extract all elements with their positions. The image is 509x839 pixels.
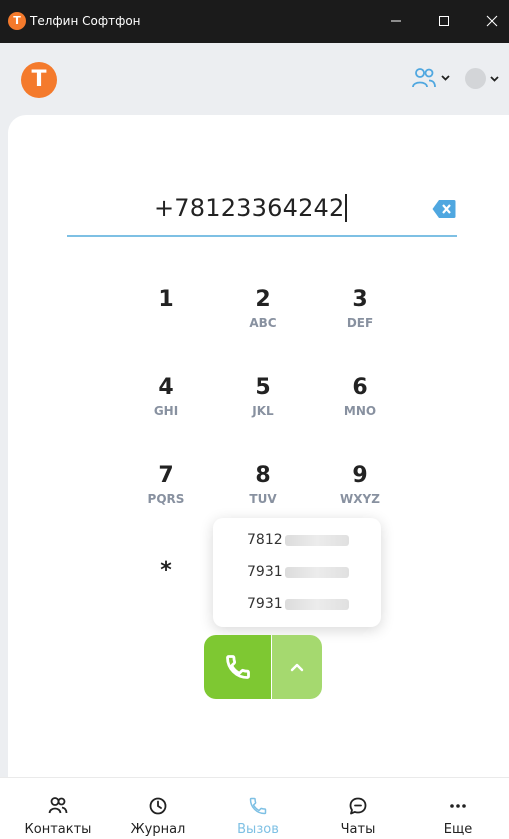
window-title: Телфин Софтфон <box>30 14 141 28</box>
phone-icon <box>249 797 267 815</box>
close-button[interactable] <box>476 8 508 34</box>
dialed-number: +78123364242 <box>154 194 347 222</box>
backspace-icon[interactable] <box>432 199 456 219</box>
users-icon <box>412 68 436 88</box>
key-digit: 6 <box>352 375 368 400</box>
minimize-icon <box>391 20 401 22</box>
chat-icon <box>349 797 367 815</box>
key-8[interactable]: 8 TUV <box>228 463 298 519</box>
nav-label: Чаты <box>340 822 376 837</box>
key-digit: 2 <box>255 287 271 312</box>
key-2[interactable]: 2 ABC <box>228 287 298 343</box>
text-caret <box>345 194 347 222</box>
key-digit: 1 <box>158 287 174 312</box>
key-digit: 4 <box>158 375 174 400</box>
nav-more[interactable]: Еще <box>408 778 508 839</box>
suggestion-prefix: 7931 <box>247 564 283 580</box>
call-button[interactable] <box>204 635 271 699</box>
more-icon <box>450 804 466 808</box>
nav-call[interactable]: Вызов <box>208 778 308 839</box>
key-letters: TUV <box>249 492 277 506</box>
key-3[interactable]: 3 DEF <box>325 287 395 343</box>
avatar <box>465 68 486 89</box>
contacts-icon <box>48 797 68 814</box>
suggestion-item[interactable]: 7931 <box>247 562 349 582</box>
nav-label: Вызов <box>237 822 279 837</box>
brand-logo: T <box>21 62 57 98</box>
suggestion-item[interactable]: 7931 <box>247 594 349 614</box>
call-options-button[interactable] <box>272 635 322 699</box>
window-titlebar: T Телфин Софтфон <box>0 0 509 43</box>
key-letters: GHI <box>153 404 179 418</box>
key-letters: WXYZ <box>340 492 380 506</box>
redacted-digits <box>284 534 349 546</box>
redacted-digits <box>284 566 349 578</box>
key-letters: MNO <box>343 404 377 418</box>
key-letters: JKL <box>252 404 274 418</box>
key-4[interactable]: 4 GHI <box>131 375 201 431</box>
contacts-menu-button[interactable] <box>411 67 450 89</box>
suggestion-prefix: 7931 <box>247 596 283 612</box>
nav-label: Еще <box>443 822 473 837</box>
close-icon <box>486 15 498 27</box>
key-digit: 7 <box>158 463 174 488</box>
key-letters: DEF <box>346 316 374 330</box>
number-field[interactable]: +78123364242 <box>67 190 457 237</box>
key-star[interactable]: * <box>131 558 201 614</box>
key-7[interactable]: 7 PQRS <box>131 463 201 519</box>
nav-label: Контакты <box>24 822 92 837</box>
key-letters: ABC <box>249 316 277 330</box>
chevron-down-icon <box>490 75 499 82</box>
redacted-digits <box>284 598 349 610</box>
maximize-button[interactable] <box>428 8 460 34</box>
key-1[interactable]: 1 <box>131 287 201 343</box>
key-9[interactable]: 9 WXYZ <box>325 463 395 519</box>
nav-label: Журнал <box>130 822 186 837</box>
minimize-button[interactable] <box>380 8 412 34</box>
key-5[interactable]: 5 JKL <box>228 375 298 431</box>
key-digit: 9 <box>352 463 368 488</box>
app-header: T <box>0 43 509 119</box>
bottom-navigation: Контакты Журнал Вызов Чаты Еще <box>0 777 509 839</box>
phone-icon <box>225 655 250 679</box>
key-digit: 5 <box>255 375 271 400</box>
nav-journal[interactable]: Журнал <box>108 778 208 839</box>
key-digit: * <box>160 558 172 583</box>
key-digit: 3 <box>352 287 368 312</box>
number-suggestions: 7812 7931 7931 <box>213 518 381 627</box>
suggestion-item[interactable]: 7812 <box>247 530 349 550</box>
app-icon: T <box>8 12 26 30</box>
profile-menu-button[interactable] <box>465 68 499 89</box>
key-6[interactable]: 6 MNO <box>325 375 395 431</box>
nav-contacts[interactable]: Контакты <box>8 778 108 839</box>
key-digit: 8 <box>255 463 271 488</box>
key-letters: PQRS <box>147 492 185 506</box>
nav-chats[interactable]: Чаты <box>308 778 408 839</box>
maximize-icon <box>439 16 449 26</box>
chevron-up-icon <box>290 663 304 671</box>
chevron-down-icon <box>441 75 450 81</box>
suggestion-prefix: 7812 <box>247 532 283 548</box>
clock-icon <box>149 797 167 815</box>
